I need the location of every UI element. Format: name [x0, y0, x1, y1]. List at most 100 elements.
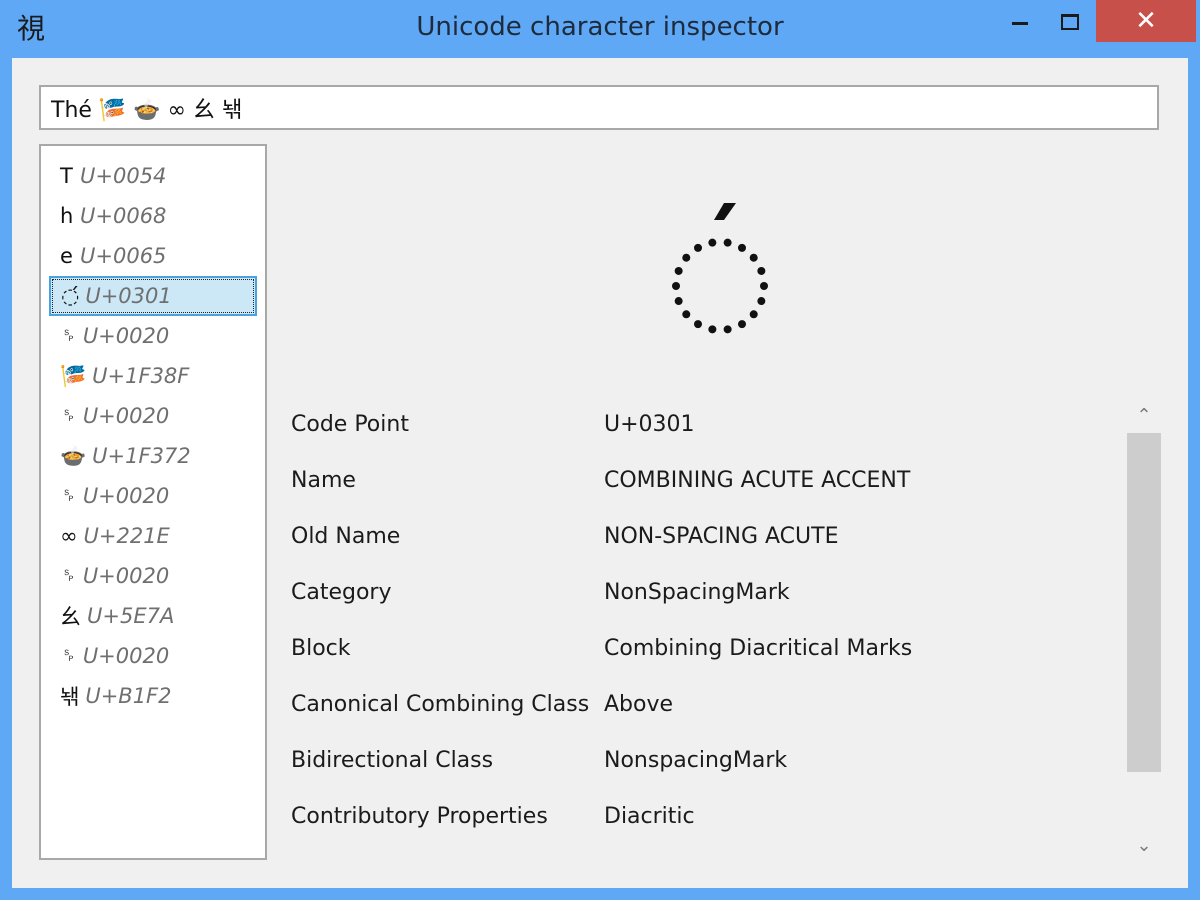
char-glyph: ␠	[60, 403, 77, 428]
list-item[interactable]: ␠ U+0020	[49, 396, 257, 436]
property-value: NON-SPACING ACUTE	[604, 524, 839, 549]
char-glyph: ␠	[60, 563, 77, 588]
dotted-circle-dot	[757, 266, 766, 275]
character-preview	[672, 203, 768, 334]
property-label: Old Name	[291, 524, 401, 549]
properties-scrollbar[interactable]: ⌃ ⌄	[1126, 403, 1162, 863]
dotted-circle-dot	[672, 282, 680, 290]
list-item[interactable]: 놲 U+B1F2	[49, 676, 257, 716]
char-glyph: h	[60, 204, 74, 228]
dotted-circle-dot	[674, 266, 683, 275]
dotted-circle-dot	[749, 253, 758, 262]
property-row: Contributory Properties Diacritic	[291, 794, 1111, 850]
property-value: NonSpacingMark	[604, 580, 790, 605]
list-item[interactable]: 🎏 U+1F38F	[49, 356, 257, 396]
character-input[interactable]	[39, 85, 1159, 130]
char-codepoint: U+0068	[80, 204, 167, 228]
property-row: Old Name NON-SPACING ACUTE	[291, 514, 1111, 570]
property-value: U+0301	[604, 412, 695, 437]
dotted-circle-dot	[682, 253, 691, 262]
property-label: Block	[291, 636, 351, 661]
char-codepoint: U+1F38F	[92, 364, 190, 388]
char-codepoint: U+0020	[82, 484, 170, 508]
dotted-circle-placeholder	[672, 238, 768, 334]
close-button[interactable]: ✕	[1096, 0, 1196, 42]
property-value: Above	[604, 692, 674, 717]
dotted-circle-dot	[749, 310, 758, 319]
dotted-circle-dot	[674, 297, 683, 306]
list-item[interactable]: ◌́ U+0301	[49, 276, 257, 316]
char-glyph: ∞	[60, 524, 78, 548]
property-row: Block Combining Diacritical Marks	[291, 626, 1111, 682]
dotted-circle-dot	[723, 238, 732, 247]
char-glyph: 🍲	[60, 443, 87, 468]
char-codepoint: U+5E7A	[87, 604, 175, 628]
list-item[interactable]: 🍲 U+1F372	[49, 436, 257, 476]
maximize-button[interactable]	[1046, 0, 1092, 42]
maximize-icon	[1061, 14, 1079, 30]
properties-panel: Code Point U+0301 Name COMBINING ACUTE ACCE…	[291, 402, 1111, 850]
char-glyph: ◌́	[61, 284, 80, 308]
dotted-circle-dot	[723, 325, 732, 334]
dotted-circle-dot	[760, 282, 768, 290]
dotted-circle-dot	[738, 320, 746, 329]
list-item[interactable]: h U+0068	[49, 196, 257, 236]
char-glyph: 幺	[60, 605, 81, 629]
char-codepoint: U+0020	[82, 564, 170, 588]
list-item[interactable]: ∞ U+221E	[49, 516, 257, 556]
char-codepoint: U+0301	[85, 284, 172, 308]
property-label: Name	[291, 468, 356, 493]
dotted-circle-dot	[694, 320, 702, 329]
char-codepoint: U+0065	[80, 244, 167, 268]
char-glyph: ␠	[60, 323, 77, 348]
property-label: Code Point	[291, 412, 409, 437]
property-value: Diacritic	[604, 804, 695, 829]
title-bar[interactable]: 視 Unicode character inspector ✕	[0, 0, 1200, 58]
minimize-icon	[1012, 22, 1028, 25]
char-glyph: 🎏	[60, 363, 87, 388]
property-label: Contributory Properties	[291, 804, 548, 829]
list-item[interactable]: e U+0065	[49, 236, 257, 276]
dotted-circle-dot	[682, 310, 691, 319]
char-codepoint: U+1F372	[92, 444, 191, 468]
list-item[interactable]: ␠ U+0020	[49, 316, 257, 356]
scroll-thumb[interactable]	[1127, 433, 1161, 772]
char-codepoint: U+B1F2	[85, 684, 172, 708]
dotted-circle-dot	[708, 238, 717, 247]
list-item[interactable]: ␠ U+0020	[49, 476, 257, 516]
char-codepoint: U+221E	[83, 524, 170, 548]
dotted-circle-dot	[757, 297, 766, 306]
char-glyph: 놲	[60, 685, 80, 709]
property-label: Canonical Combining Class	[291, 692, 590, 717]
char-glyph: ␠	[60, 643, 77, 668]
dotted-circle-dot	[694, 243, 702, 252]
dotted-circle-dot	[738, 243, 746, 252]
scroll-up-icon[interactable]: ⌃	[1126, 403, 1162, 429]
property-row: Canonical Combining Class Above	[291, 682, 1111, 738]
char-codepoint: U+0054	[80, 164, 167, 188]
property-row: Code Point U+0301	[291, 402, 1111, 458]
property-value: Combining Diacritical Marks	[604, 636, 913, 661]
list-item[interactable]: ␠ U+0020	[49, 636, 257, 676]
minimize-button[interactable]	[998, 0, 1044, 42]
app-window: 視 Unicode character inspector ✕ TU+0054h…	[0, 0, 1200, 900]
property-value: NonspacingMark	[604, 748, 788, 773]
scroll-down-icon[interactable]: ⌄	[1126, 833, 1162, 859]
property-row: Bidirectional Class NonspacingMark	[291, 738, 1111, 794]
property-value: COMBINING ACUTE ACCENT	[604, 468, 911, 493]
property-row: Name COMBINING ACUTE ACCENT	[291, 458, 1111, 514]
property-label: Category	[291, 580, 392, 605]
close-icon: ✕	[1135, 6, 1157, 36]
char-codepoint: U+0020	[82, 644, 170, 668]
char-glyph: ␠	[60, 483, 77, 508]
list-item[interactable]: T U+0054	[49, 156, 257, 196]
list-item[interactable]: ␠ U+0020	[49, 556, 257, 596]
char-codepoint: U+0020	[82, 324, 170, 348]
char-glyph: e	[60, 244, 73, 268]
property-row: Category NonSpacingMark	[291, 570, 1111, 626]
client-area: TU+0054hU+0068eU+0065◌́U+0301␠U+0020🎏U+1…	[12, 58, 1188, 888]
acute-accent-mark	[714, 203, 736, 220]
character-list[interactable]: T U+0054 h U+0068 e U+0065 ◌́ U+0301 ␠ U+0020 🎏 U+1…	[39, 144, 267, 860]
char-codepoint: U+0020	[82, 404, 170, 428]
list-item[interactable]: 幺 U+5E7A	[49, 596, 257, 636]
